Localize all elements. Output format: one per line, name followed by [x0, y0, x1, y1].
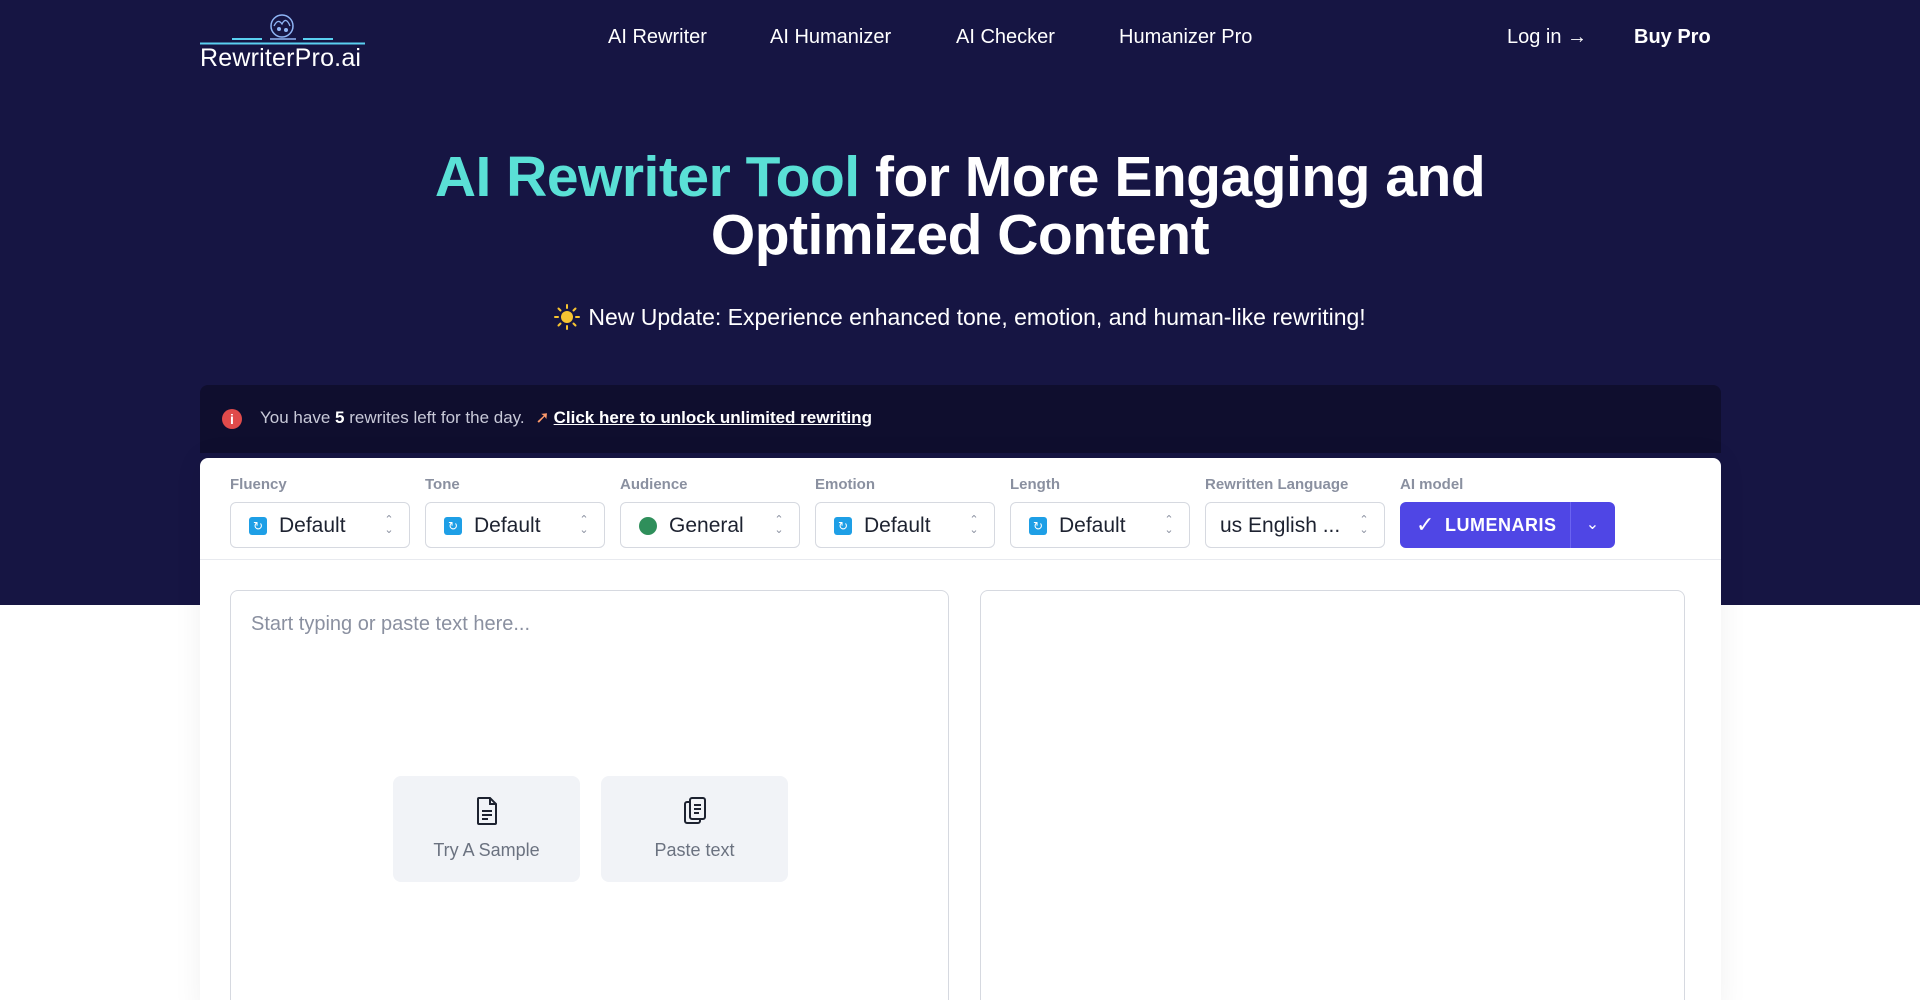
chevron-updown-icon: ⌃ ⌄ [774, 514, 784, 536]
language-select[interactable]: us English ... ⌃ ⌄ [1205, 502, 1385, 548]
chevron-down-icon[interactable]: ⌄ [1570, 502, 1615, 548]
options-bar: Fluency ↻ Default ⌃ ⌄ Tone ↻ Default ⌃ ⌄ A… [200, 458, 1721, 560]
clipboard-icon [684, 797, 706, 824]
page-title: AI Rewriter Tool for More Engaging and O… [0, 148, 1920, 264]
input-placeholder: Start typing or paste text here... [251, 613, 531, 635]
chevron-updown-icon: ⌃ ⌄ [384, 514, 394, 536]
audience-select[interactable]: General ⌃ ⌄ [620, 502, 800, 548]
login-link[interactable]: Log in → [1507, 26, 1587, 49]
model-current-button[interactable]: ✓ LUMENARIS [1400, 502, 1570, 548]
refresh-icon: ↻ [249, 517, 267, 535]
top-nav: RewriterPro.ai AI Rewriter AI Humanizer … [0, 0, 1920, 80]
logo-brain-icon [232, 14, 333, 40]
refresh-icon: ↻ [444, 517, 462, 535]
notice-suffix: rewrites left for the day. [349, 408, 525, 427]
rocket-icon: ➚ [535, 408, 550, 427]
check-icon: ✓ [1416, 512, 1435, 537]
audience-value: General [669, 514, 744, 537]
tone-label: Tone [425, 476, 460, 493]
nav-ai-rewriter[interactable]: AI Rewriter [608, 26, 707, 49]
fluency-label: Fluency [230, 476, 287, 493]
chevron-updown-icon: ⌃ ⌄ [969, 514, 979, 536]
unlock-link-text: Click here to unlock unlimited rewriting [553, 408, 872, 427]
logo[interactable]: RewriterPro.ai [200, 10, 365, 72]
buy-pro-link[interactable]: Buy Pro [1634, 26, 1711, 49]
fluency-value: Default [279, 514, 346, 537]
language-option: Rewritten Language us English ... ⌃ ⌄ [1205, 476, 1385, 548]
globe-icon [639, 517, 657, 535]
length-value: Default [1059, 514, 1126, 537]
model-label: AI model [1400, 476, 1464, 493]
output-text-area[interactable] [980, 590, 1685, 1000]
model-option: AI model [1400, 476, 1615, 498]
update-text: New Update: Experience enhanced tone, em… [588, 304, 1366, 330]
tone-option: Tone ↻ Default ⌃ ⌄ [425, 476, 605, 548]
fluency-option: Fluency ↻ Default ⌃ ⌄ [230, 476, 410, 548]
language-label: Rewritten Language [1205, 476, 1349, 493]
emotion-label: Emotion [815, 476, 875, 493]
tone-select[interactable]: ↻ Default ⌃ ⌄ [425, 502, 605, 548]
unlock-link[interactable]: ➚ Click here to unlock unlimited rewritin… [535, 408, 872, 427]
rewrite-limit-notice: i You have 5 rewrites left for the day. … [200, 385, 1721, 453]
input-text-area[interactable]: Start typing or paste text here... Try A… [230, 590, 949, 1000]
chevron-updown-icon: ⌃ ⌄ [1359, 514, 1369, 536]
emotion-select[interactable]: ↻ Default ⌃ ⌄ [815, 502, 995, 548]
title-line2: Optimized Content [710, 203, 1210, 267]
title-line1: for More Engaging and [859, 145, 1486, 209]
paste-text-label: Paste text [654, 840, 735, 860]
length-option: Length ↻ Default ⌃ ⌄ [1010, 476, 1190, 548]
emotion-value: Default [864, 514, 931, 537]
try-sample-label: Try A Sample [433, 840, 540, 860]
title-accent: AI Rewriter Tool [434, 145, 860, 209]
length-select[interactable]: ↻ Default ⌃ ⌄ [1010, 502, 1190, 548]
notice-prefix: You have [260, 408, 331, 427]
rewriter-card: Fluency ↻ Default ⌃ ⌄ Tone ↻ Default ⌃ ⌄ A… [200, 458, 1721, 1000]
update-banner: New Update: Experience enhanced tone, em… [0, 304, 1920, 331]
emotion-option: Emotion ↻ Default ⌃ ⌄ [815, 476, 995, 548]
model-value: LUMENARIS [1445, 515, 1557, 535]
nav-ai-checker[interactable]: AI Checker [956, 26, 1055, 49]
audience-label: Audience [620, 476, 688, 493]
length-label: Length [1010, 476, 1060, 493]
logo-underline [200, 42, 365, 45]
chevron-updown-icon: ⌃ ⌄ [1164, 514, 1174, 536]
language-value: us English ... [1220, 514, 1341, 537]
tone-value: Default [474, 514, 541, 537]
sun-icon [554, 304, 581, 330]
rewrites-count: 5 [335, 408, 345, 427]
model-select-button: ✓ LUMENARIS ⌄ [1400, 502, 1615, 548]
logo-text: RewriterPro.ai [200, 44, 362, 72]
chevron-updown-icon: ⌃ ⌄ [579, 514, 589, 536]
notice-text: You have 5 rewrites left for the day. ➚ C… [260, 408, 872, 428]
try-sample-button[interactable]: Try A Sample [393, 776, 580, 882]
refresh-icon: ↻ [834, 517, 852, 535]
paste-text-button[interactable]: Paste text [601, 776, 788, 882]
refresh-icon: ↻ [1029, 517, 1047, 535]
audience-option: Audience General ⌃ ⌄ [620, 476, 800, 548]
nav-ai-humanizer[interactable]: AI Humanizer [770, 26, 891, 49]
nav-humanizer-pro[interactable]: Humanizer Pro [1119, 26, 1252, 49]
info-icon: i [222, 409, 242, 429]
fluency-select[interactable]: ↻ Default ⌃ ⌄ [230, 502, 410, 548]
document-icon [477, 797, 497, 825]
